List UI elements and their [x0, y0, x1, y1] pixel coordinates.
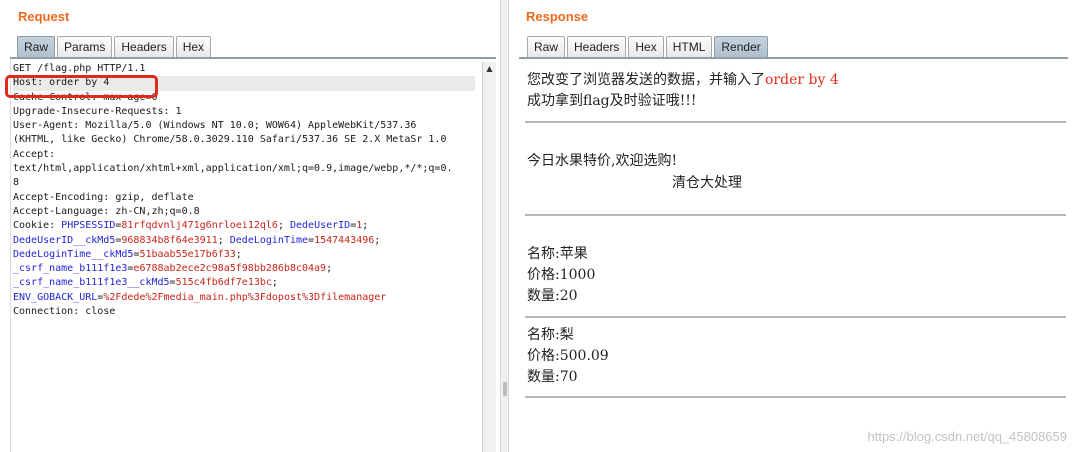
request-tab-hex[interactable]: Hex	[175, 36, 212, 58]
request-tab-raw[interactable]: Raw	[17, 36, 56, 58]
request-line: Accept-Language: zh-CN,zh;q=0.8	[13, 205, 200, 217]
request-scrollbar[interactable]: ▲	[482, 62, 496, 452]
render-divider	[525, 316, 1066, 318]
response-tab-raw[interactable]: Raw	[527, 36, 566, 58]
item-name: 名称:梨	[527, 327, 574, 343]
cookie-value: 1547443496	[314, 234, 375, 246]
render-injected-text: order by 4	[765, 72, 839, 88]
item-price: 价格:500.09	[527, 348, 609, 364]
response-tabbar: Raw Headers Hex HTML Render	[527, 36, 770, 58]
response-tab-headers[interactable]: Headers	[567, 36, 627, 58]
render-divider	[525, 396, 1066, 398]
request-line: Accept:	[13, 148, 56, 160]
cookie-line: _csrf_name_b111f1e3__ckMd5=515c4fb6df7e1…	[13, 277, 278, 289]
cookie-label: Cookie:	[13, 220, 62, 232]
request-tab-headers[interactable]: Headers	[114, 36, 174, 58]
cookie-value: 81rfqdvnlj471g6nrloei12ql6	[121, 220, 278, 232]
response-tab-html[interactable]: HTML	[665, 36, 713, 58]
render-message-line: 您改变了浏览器发送的数据，并输入了order by 4	[527, 71, 839, 90]
render-divider	[525, 121, 1066, 123]
response-tab-render[interactable]: Render	[714, 36, 768, 58]
request-line: User-Agent: Mozilla/5.0 (Windows NT 10.0…	[13, 120, 417, 132]
cookie-line: Cookie: PHPSESSID=81rfqdvnlj471g6nrloei1…	[13, 220, 369, 232]
response-tab-underline	[519, 57, 1068, 59]
request-title: Request	[18, 9, 70, 24]
request-pane: Request Raw Params Headers Hex GET /flag…	[0, 0, 500, 452]
request-line: Upgrade-Insecure-Requests: 1	[13, 105, 182, 117]
item-name: 名称:苹果	[527, 246, 588, 262]
request-line: Accept-Encoding: gzip, deflate	[13, 191, 194, 203]
cookie-value: 968834b8f64e3911	[121, 234, 218, 246]
cookie-name: PHPSESSID	[61, 220, 116, 232]
item-qty: 数量:20	[527, 288, 578, 304]
response-pane: Response Raw Headers Hex HTML Render 您改变…	[509, 0, 1079, 452]
cookie-value: 51baab55e17b6f33	[139, 248, 236, 260]
watermark: https://blog.csdn.net/qq_45808659	[867, 429, 1068, 444]
request-tabbar: Raw Params Headers Hex	[17, 36, 213, 58]
cookie-line: DedeLoginTime__ckMd5=51baab55e17b6f33;	[13, 248, 242, 260]
cookie-name: ENV_GOBACK_URL	[13, 291, 98, 303]
host-highlight-box	[5, 75, 158, 98]
request-line: Connection: close	[13, 306, 116, 318]
scroll-up-arrow-icon[interactable]: ▲	[485, 64, 494, 73]
cookie-line: ENV_GOBACK_URL=%2Fdede%2Fmedia_main.php%…	[13, 291, 387, 303]
cookie-value: 1	[356, 220, 363, 232]
render-divider	[525, 214, 1066, 216]
request-line: text/html,application/xhtml+xml,applicat…	[13, 163, 453, 175]
item-qty: 数量:70	[527, 369, 578, 385]
request-lines: GET /flag.php HTTP/1.1 Host: order by 4 …	[13, 62, 475, 319]
cookie-line: DedeUserID__ckMd5=968834b8f64e3911; Dede…	[13, 234, 381, 246]
request-tab-params[interactable]: Params	[57, 36, 113, 58]
cookie-name: DedeUserID	[289, 220, 351, 232]
cookie-line: _csrf_name_b111f1e3=e6788ab2ece2c98a5f98…	[13, 263, 333, 275]
cookie-name: DedeLoginTime	[229, 234, 309, 246]
render-promo-line: 今日水果特价,欢迎选购!	[527, 153, 678, 169]
response-tab-hex[interactable]: Hex	[628, 36, 664, 58]
item-price: 价格:1000	[527, 267, 596, 283]
render-marquee: 清仓大处理	[672, 175, 742, 191]
cookie-value: %2Fdede%2Fmedia_main.php%3Fdopost%3Dfile…	[103, 291, 387, 303]
cookie-name: DedeLoginTime__ckMd5	[13, 248, 134, 260]
request-editor[interactable]: GET /flag.php HTTP/1.1 Host: order by 4 …	[10, 59, 482, 452]
cookie-value: e6788ab2ece2c98a5f98bb286b8c04a9	[133, 263, 327, 275]
response-title: Response	[526, 9, 589, 24]
cookie-name: _csrf_name_b111f1e3	[13, 263, 128, 275]
cookie-name: DedeUserID__ckMd5	[13, 234, 116, 246]
divider-handle[interactable]	[503, 382, 507, 396]
cookie-name: _csrf_name_b111f1e3__ckMd5	[13, 277, 170, 289]
request-line: (KHTML, like Gecko) Chrome/58.0.3029.110…	[13, 134, 447, 146]
cookie-value: 515c4fb6df7e13bc	[175, 277, 272, 289]
render-success-line: 成功拿到flag及时验证哦!!!	[527, 93, 697, 109]
render-message: 您改变了浏览器发送的数据，并输入了	[527, 72, 765, 88]
request-line: 8	[13, 177, 20, 189]
response-render: 您改变了浏览器发送的数据，并输入了order by 4 成功拿到flag及时验证…	[519, 60, 1069, 452]
